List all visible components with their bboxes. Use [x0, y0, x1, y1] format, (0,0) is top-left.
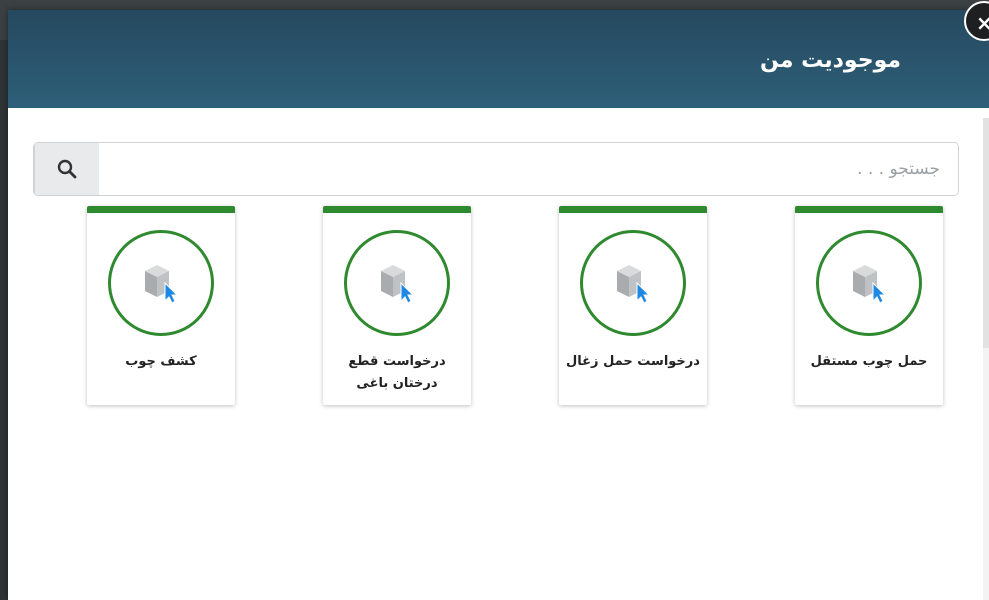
entity-card-charcoal-transport-request[interactable]: درخواست حمل زغال: [559, 206, 707, 405]
search-icon: [57, 159, 77, 179]
card-label: کشف چوب: [125, 354, 197, 369]
modal-title: موجودیت من: [760, 48, 901, 73]
modal-header: موجودیت من: [8, 10, 989, 108]
cube-cursor-icon: [145, 265, 179, 304]
search-input[interactable]: [99, 143, 958, 195]
card-label: حمل چوب مستقل: [810, 354, 928, 369]
card-label: درخواست قطع درختان باغی: [348, 354, 446, 391]
card-icon-circle: [344, 230, 450, 336]
card-icon-circle: [108, 230, 214, 336]
entity-card-wood-discovery[interactable]: کشف چوب: [87, 206, 235, 405]
cube-cursor-icon: [381, 265, 415, 304]
cube-cursor-icon: [617, 265, 651, 304]
search-bar: [33, 142, 959, 196]
card-icon-circle: [580, 230, 686, 336]
card-label: درخواست حمل زغال: [566, 354, 700, 369]
entity-card-garden-tree-cutting-request[interactable]: درخواست قطع درختان باغی: [323, 206, 471, 405]
entity-card-independent-wood-transport[interactable]: حمل چوب مستقل: [795, 206, 943, 405]
search-button[interactable]: [34, 143, 99, 195]
page-backdrop-side: [0, 40, 8, 600]
entity-modal: موجودیت من حمل چوب مستقل: [8, 10, 989, 600]
cube-cursor-icon: [853, 265, 887, 304]
card-icon-circle: [816, 230, 922, 336]
scrollbar-thumb[interactable]: [983, 118, 989, 348]
